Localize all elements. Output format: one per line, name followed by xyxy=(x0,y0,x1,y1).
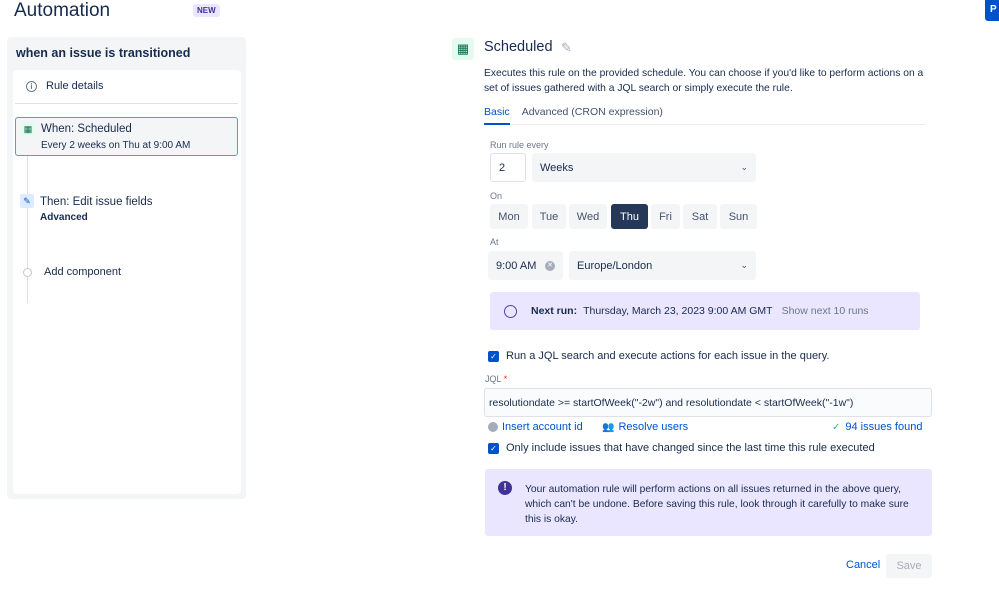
calendar-icon: ▦ xyxy=(452,38,474,60)
only-changed-label: Only include issues that have changed si… xyxy=(506,442,875,454)
only-changed-checkbox-row[interactable]: ✓ Only include issues that have changed … xyxy=(488,442,875,454)
tab-basic[interactable]: Basic xyxy=(484,104,510,125)
warning-icon: ! xyxy=(498,481,512,495)
rule-details-label: Rule details xyxy=(46,80,103,92)
calendar-icon: ▦ xyxy=(21,122,35,136)
required-marker: * xyxy=(504,374,508,384)
chevron-down-icon: ⌄ xyxy=(740,162,748,173)
tabs: Basic Advanced (CRON expression) xyxy=(484,104,925,125)
show-next-runs-link[interactable]: Show next 10 runs xyxy=(782,305,869,317)
checkbox-checked-icon[interactable]: ✓ xyxy=(488,443,499,454)
pencil-icon: ✎ xyxy=(20,194,34,208)
interval-input[interactable]: 2 xyxy=(490,153,526,182)
component-title: Scheduled xyxy=(484,39,553,55)
issues-found-label: 94 issues found xyxy=(845,421,922,433)
day-sun[interactable]: Sun xyxy=(720,204,757,229)
add-component-button[interactable]: Add component xyxy=(23,266,121,278)
day-mon[interactable]: Mon xyxy=(490,204,528,229)
tab-advanced[interactable]: Advanced (CRON expression) xyxy=(522,104,663,125)
rule-components: i Rule details ▦ When: Scheduled Every 2… xyxy=(13,70,241,494)
unit-value: Weeks xyxy=(540,162,573,174)
issues-found[interactable]: ✓ 94 issues found xyxy=(832,421,922,433)
next-run-value: Thursday, March 23, 2023 9:00 AM GMT xyxy=(583,305,772,317)
next-run-label: Next run: xyxy=(531,305,577,317)
trigger-detail: Every 2 weeks on Thu at 9:00 AM xyxy=(41,140,190,151)
add-component-label: Add component xyxy=(44,266,121,278)
time-value: 9:00 AM xyxy=(496,260,536,272)
warning-banner: ! Your automation rule will perform acti… xyxy=(485,469,932,536)
user-icon xyxy=(488,422,498,432)
jql-checkbox-row[interactable]: ✓ Run a JQL search and execute actions f… xyxy=(488,350,829,362)
rule-sidebar: when an issue is transitioned i Rule det… xyxy=(7,37,246,499)
jql-label-text: JQL xyxy=(485,374,501,384)
clear-icon[interactable]: ✕ xyxy=(545,261,555,271)
day-tue[interactable]: Tue xyxy=(532,204,566,229)
time-input[interactable]: 9:00 AM ✕ xyxy=(488,251,563,280)
rule-name[interactable]: when an issue is transitioned xyxy=(16,46,190,60)
action-item[interactable]: ✎ Then: Edit issue fields Advanced xyxy=(15,192,238,232)
checkbox-checked-icon[interactable]: ✓ xyxy=(488,351,499,362)
rule-details-item[interactable]: i Rule details xyxy=(26,80,103,92)
day-sat[interactable]: Sat xyxy=(683,204,717,229)
jql-input[interactable]: resolutiondate >= startOfWeek("-2w") and… xyxy=(484,388,932,417)
users-icon: 👥 xyxy=(602,422,614,433)
on-label: On xyxy=(490,191,502,201)
check-icon: ✓ xyxy=(832,422,840,433)
circle-icon xyxy=(23,268,32,277)
edit-pencil-icon[interactable]: ✎ xyxy=(561,40,572,56)
next-run-banner: Next run: Thursday, March 23, 2023 9:00 … xyxy=(490,292,920,330)
trigger-label: When: Scheduled xyxy=(41,123,132,135)
action-detail: Advanced xyxy=(40,212,88,223)
timezone-value: Europe/London xyxy=(577,260,652,272)
day-thu[interactable]: Thu xyxy=(611,204,648,229)
info-icon: i xyxy=(26,81,37,92)
page-title: Automation xyxy=(14,0,110,22)
new-badge: NEW xyxy=(193,4,220,17)
action-label: Then: Edit issue fields xyxy=(40,196,153,208)
trigger-item[interactable]: ▦ When: Scheduled Every 2 weeks on Thu a… xyxy=(15,117,238,156)
jql-label: JQL * xyxy=(485,374,507,384)
day-fri[interactable]: Fri xyxy=(651,204,680,229)
insert-account-id-link[interactable]: Insert account id xyxy=(488,421,583,433)
run-every-label: Run rule every xyxy=(490,140,549,150)
jql-checkbox-label: Run a JQL search and execute actions for… xyxy=(506,350,829,362)
cancel-button[interactable]: Cancel xyxy=(846,559,880,571)
resolve-users-link[interactable]: 👥 Resolve users xyxy=(602,421,688,433)
resolve-users-label: Resolve users xyxy=(618,421,688,433)
divider xyxy=(15,103,238,104)
unit-select[interactable]: Weeks ⌄ xyxy=(532,153,756,182)
at-label: At xyxy=(490,237,499,247)
chevron-down-icon: ⌄ xyxy=(740,260,748,271)
day-wed[interactable]: Wed xyxy=(569,204,607,229)
warning-text: Your automation rule will perform action… xyxy=(525,482,925,527)
insert-account-id-label: Insert account id xyxy=(502,421,583,433)
description: Executes this rule on the provided sched… xyxy=(484,66,934,96)
clock-icon xyxy=(504,305,517,318)
save-button[interactable]: Save xyxy=(886,554,932,578)
timezone-select[interactable]: Europe/London ⌄ xyxy=(569,251,756,280)
top-right-button[interactable]: P xyxy=(985,0,999,21)
